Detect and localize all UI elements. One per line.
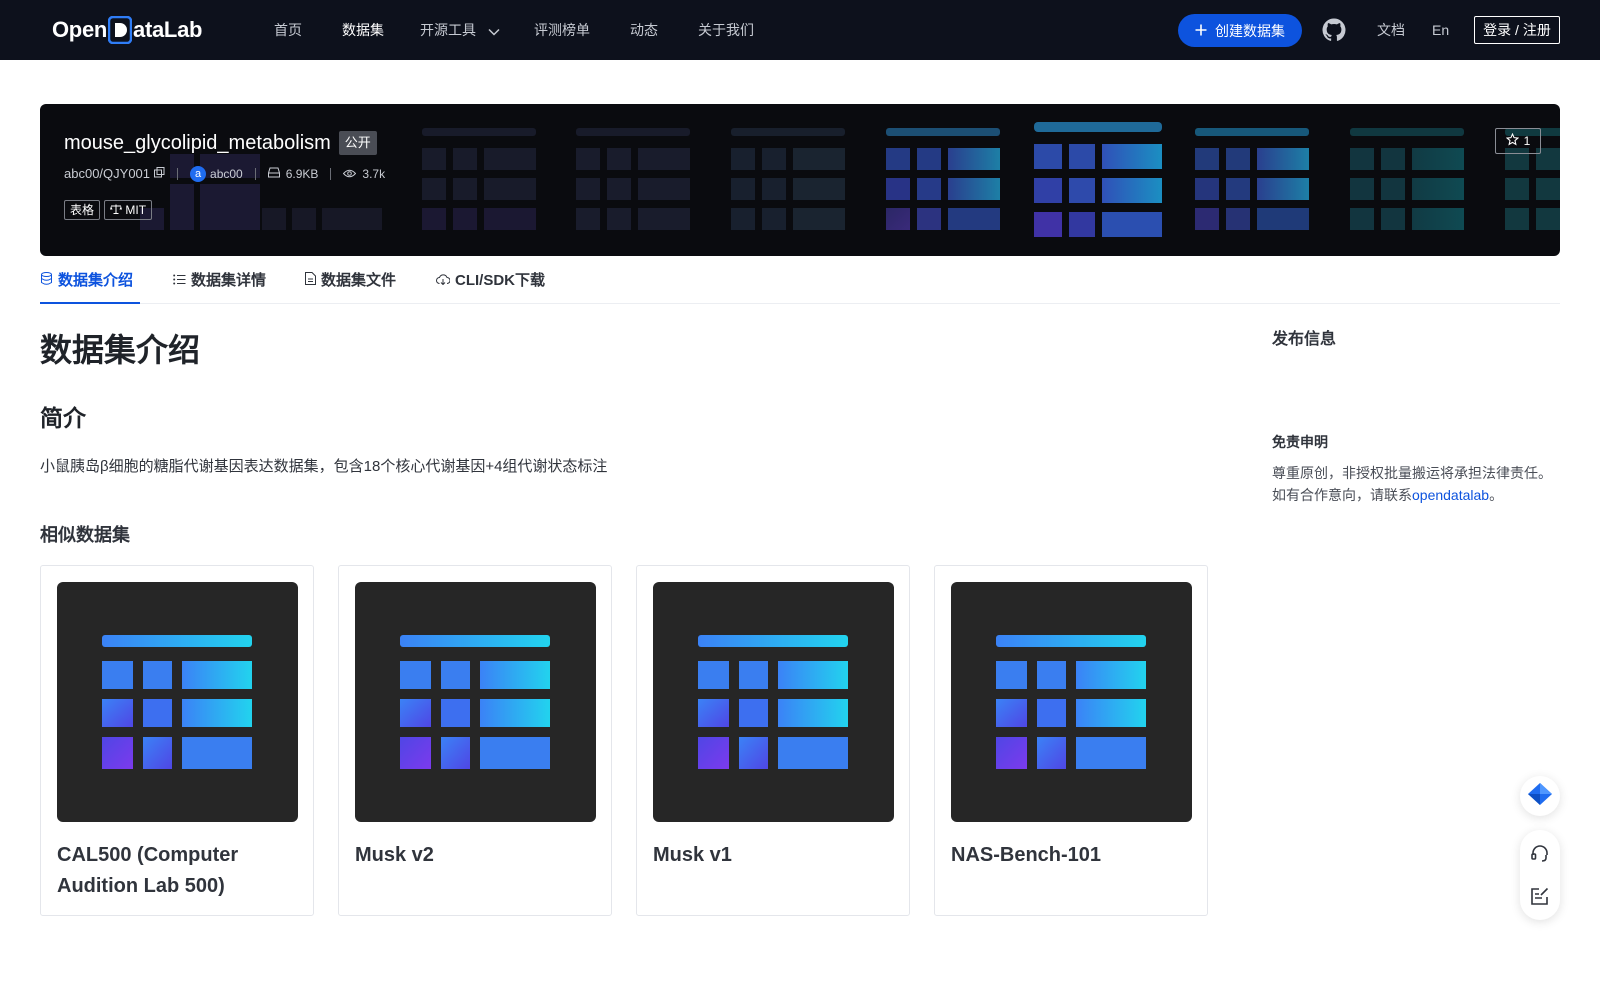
similar-dataset-title[interactable]: NAS-Bench-101 bbox=[951, 840, 1191, 871]
cloud-icon bbox=[436, 270, 451, 292]
file-icon bbox=[305, 270, 316, 292]
disclaimer-text: 尊重原创，非授权批量搬运将承担法律责任。 如有合作意向，请联系opendatal… bbox=[1272, 462, 1572, 506]
table-icon bbox=[996, 635, 1146, 769]
nav-open-source-tools-label: 开源工具 bbox=[420, 22, 476, 38]
visibility-badge: 公开 bbox=[338, 131, 377, 155]
disclaimer-heading: 免责申明 bbox=[1272, 434, 1328, 450]
logo-text-open: Open bbox=[52, 17, 108, 42]
similar-dataset-card[interactable]: NAS-Bench-101 bbox=[934, 565, 1208, 916]
list-icon bbox=[173, 270, 186, 292]
plus-icon bbox=[1195, 23, 1207, 39]
star-count: 1 bbox=[1523, 134, 1531, 148]
disclaimer-line-2: 如有合作意向，请联系opendatalab。 bbox=[1272, 484, 1572, 506]
dataset-thumbnail bbox=[951, 582, 1192, 822]
intro-heading: 简介 bbox=[40, 405, 86, 431]
github-icon[interactable] bbox=[1322, 18, 1346, 42]
similar-dataset-title[interactable]: Musk v1 bbox=[653, 840, 893, 871]
contact-link[interactable]: opendatalab bbox=[1412, 487, 1489, 503]
edit-note-icon[interactable] bbox=[1530, 886, 1550, 906]
nav-news[interactable]: 动态 bbox=[630, 20, 658, 40]
nav-home[interactable]: 首页 bbox=[274, 20, 302, 40]
headset-icon[interactable] bbox=[1530, 844, 1550, 864]
star-button[interactable]: 1 bbox=[1495, 128, 1541, 154]
meta-divider bbox=[254, 168, 256, 180]
intro-text: 小鼠胰岛β细胞的糖脂代谢基因表达数据集，包含18个核心代谢基因+4组代谢状态标注 bbox=[40, 458, 608, 475]
publish-info-heading: 发布信息 bbox=[1272, 331, 1337, 348]
top-navbar: Open ataLab 首页 数据集 开源工具 评测榜单 动态 关于我们 创建数… bbox=[0, 0, 1600, 60]
tag-table[interactable]: 表格 bbox=[64, 200, 101, 220]
active-tab-indicator bbox=[40, 302, 140, 304]
chevron-down-icon bbox=[488, 21, 500, 41]
page-title: 数据集介绍 bbox=[40, 332, 201, 368]
dataset-repo-id: abc00/QJY001 bbox=[64, 166, 151, 181]
logo-d-mark bbox=[107, 15, 133, 45]
create-dataset-button[interactable]: 创建数据集 bbox=[1178, 14, 1302, 47]
tab-details-label: 数据集详情 bbox=[191, 272, 267, 289]
tag-license-label: MIT bbox=[125, 203, 147, 217]
eye-icon bbox=[343, 166, 357, 182]
disclaimer-line-2-suffix: 。 bbox=[1489, 487, 1504, 503]
nav-datasets[interactable]: 数据集 bbox=[342, 20, 384, 40]
scale-icon bbox=[110, 203, 125, 217]
dataset-thumbnail bbox=[57, 582, 298, 822]
language-switch[interactable]: En bbox=[1432, 20, 1449, 40]
docs-link[interactable]: 文档 bbox=[1377, 20, 1405, 40]
tab-files-label: 数据集文件 bbox=[321, 272, 397, 289]
meta-divider bbox=[330, 168, 332, 180]
tab-introduction[interactable]: 数据集介绍 bbox=[40, 270, 133, 292]
dataset-tabs: 数据集介绍 数据集详情 数据集文件 CLI/SDK下载 bbox=[40, 264, 1560, 304]
dataset-header-banner: mouse_glycolipid_metabolism 公开 abc00/QJY… bbox=[40, 104, 1560, 256]
disclaimer-line-1: 尊重原创，非授权批量搬运将承担法律责任。 bbox=[1272, 465, 1552, 481]
tab-files[interactable]: 数据集文件 bbox=[305, 270, 396, 292]
similar-datasets-heading: 相似数据集 bbox=[40, 525, 130, 545]
tab-cli-sdk-label: CLI/SDK下载 bbox=[455, 272, 546, 289]
dataset-title-row: mouse_glycolipid_metabolism 公开 bbox=[64, 130, 377, 156]
view-count: 3.7k bbox=[362, 167, 386, 181]
opendatalab-logo[interactable]: Open ataLab bbox=[52, 15, 203, 45]
create-dataset-label: 创建数据集 bbox=[1215, 22, 1285, 39]
support-float-panel bbox=[1520, 830, 1560, 920]
table-icon bbox=[400, 635, 550, 769]
feedback-float-button[interactable] bbox=[1520, 776, 1560, 816]
avatar: a bbox=[190, 166, 207, 182]
login-register-button[interactable]: 登录 / 注册 bbox=[1474, 16, 1560, 44]
copy-icon[interactable] bbox=[154, 166, 165, 182]
similar-dataset-card[interactable]: Musk v2 bbox=[338, 565, 612, 916]
owner-name[interactable]: abc00 bbox=[210, 166, 243, 182]
dataset-thumbnail bbox=[355, 582, 596, 822]
table-icon bbox=[698, 635, 848, 769]
disclaimer-line-2-prefix: 如有合作意向，请联系 bbox=[1272, 487, 1412, 503]
tab-cli-sdk[interactable]: CLI/SDK下载 bbox=[436, 270, 545, 292]
meta-divider bbox=[177, 168, 179, 180]
star-icon bbox=[1505, 132, 1519, 149]
feather-icon bbox=[1527, 782, 1553, 811]
similar-dataset-title[interactable]: CAL500 (Computer Audition Lab 500) bbox=[57, 840, 297, 902]
tab-introduction-label: 数据集介绍 bbox=[58, 272, 134, 289]
nav-open-source-tools[interactable]: 开源工具 bbox=[420, 20, 500, 41]
dataset-size: 6.9KB bbox=[285, 167, 319, 181]
table-icon bbox=[102, 635, 252, 769]
disk-icon bbox=[267, 166, 280, 182]
nav-about-us[interactable]: 关于我们 bbox=[698, 20, 754, 40]
dataset-tags: 表格 MIT bbox=[64, 200, 153, 220]
dataset-meta-row: abc00/QJY001 a abc00 6.9KB 3.7k bbox=[64, 166, 385, 182]
tab-details[interactable]: 数据集详情 bbox=[173, 270, 266, 292]
tag-license[interactable]: MIT bbox=[104, 200, 153, 220]
similar-dataset-title[interactable]: Musk v2 bbox=[355, 840, 595, 871]
dataset-thumbnail bbox=[653, 582, 894, 822]
similar-dataset-card[interactable]: CAL500 (Computer Audition Lab 500) bbox=[40, 565, 314, 916]
logo-text-datalab: ataLab bbox=[133, 17, 203, 42]
database-icon bbox=[40, 270, 53, 292]
dataset-title: mouse_glycolipid_metabolism bbox=[64, 132, 331, 154]
nav-leaderboard[interactable]: 评测榜单 bbox=[534, 20, 590, 40]
similar-dataset-card[interactable]: Musk v1 bbox=[636, 565, 910, 916]
